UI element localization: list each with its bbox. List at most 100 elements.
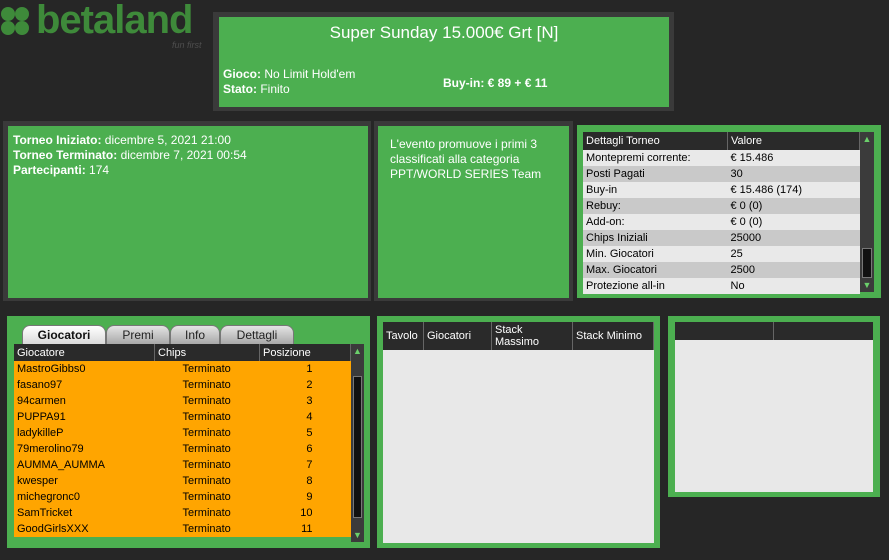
player-position: 8 <box>259 473 351 489</box>
scroll-thumb[interactable] <box>862 248 872 278</box>
player-position: 4 <box>259 409 351 425</box>
stato-label: Stato: <box>223 82 257 96</box>
logo-text: betaland <box>36 0 193 42</box>
detail-value: 30 <box>727 166 860 182</box>
player-name: michegronc0 <box>14 489 155 505</box>
scroll-up-icon[interactable]: ▲ <box>351 346 364 356</box>
player-name: 94carmen <box>14 393 155 409</box>
detail-value: € 0 (0) <box>727 214 860 230</box>
player-position: 11 <box>259 521 351 537</box>
player-position: 2 <box>259 377 351 393</box>
players-header-name[interactable]: Giocatore <box>14 344 155 361</box>
end-value: dicembre 7, 2021 00:54 <box>120 148 247 162</box>
player-name: AUMMA_AUMMA <box>14 457 155 473</box>
player-chips: Terminato <box>154 409 260 425</box>
players-table: Giocatore Chips Posizione MastroGibbs0 Te… <box>14 344 351 537</box>
player-chips: Terminato <box>154 377 260 393</box>
players-header-position[interactable]: Posizione <box>259 344 351 361</box>
column-divider <box>773 322 774 340</box>
details-row[interactable]: Chips Iniziali 25000 <box>583 230 860 246</box>
game-info: Gioco: No Limit Hold'em Stato: Finito <box>223 67 355 97</box>
player-position: 6 <box>259 441 351 457</box>
player-row[interactable]: SamTricket Terminato 10 <box>14 505 351 521</box>
players-value: 174 <box>89 163 110 177</box>
tables-list[interactable] <box>383 322 654 543</box>
player-chips: Terminato <box>154 521 260 537</box>
tables-table: Tavolo Giocatori Stack Massimo Stack Min… <box>383 322 654 350</box>
tab-dettagli[interactable]: Dettagli <box>220 325 294 345</box>
detail-name: Min. Giocatori <box>583 246 728 262</box>
tab-premi[interactable]: Premi <box>106 325 170 345</box>
detail-value: € 15.486 (174) <box>727 182 860 198</box>
tab-info[interactable]: Info <box>170 325 220 345</box>
detail-name: Add-on: <box>583 214 728 230</box>
player-chips: Terminato <box>154 457 260 473</box>
details-row[interactable]: Min. Giocatori 25 <box>583 246 860 262</box>
scroll-thumb[interactable] <box>353 376 362 518</box>
details-row[interactable]: Protezione all-in No <box>583 278 860 294</box>
player-row[interactable]: MastroGibbs0 Terminato 1 <box>14 361 351 377</box>
details-header-value[interactable]: Valore <box>727 132 860 150</box>
gioco-value: No Limit Hold'em <box>264 67 356 81</box>
gioco-label: Gioco: <box>223 67 261 81</box>
scroll-down-icon[interactable]: ▼ <box>860 280 874 290</box>
detail-name: Chips Iniziali <box>583 230 728 246</box>
players-scrollbar[interactable]: ▲ ▼ <box>351 344 364 542</box>
details-header-name[interactable]: Dettagli Torneo <box>583 132 728 150</box>
scroll-down-icon[interactable]: ▼ <box>351 530 364 540</box>
details-row[interactable]: Max. Giocatori 2500 <box>583 262 860 278</box>
detail-name: Posti Pagati <box>583 166 728 182</box>
tables-header-tavolo[interactable]: Tavolo <box>383 322 424 350</box>
player-row[interactable]: GoodGirlsXXX Terminato 11 <box>14 521 351 537</box>
detail-name: Montepremi corrente: <box>583 150 728 166</box>
betaland-logo: betaland fun first <box>0 0 212 54</box>
player-position: 1 <box>259 361 351 377</box>
player-row[interactable]: 79merolino79 Terminato 6 <box>14 441 351 457</box>
tables-header-giocatori[interactable]: Giocatori <box>423 322 492 350</box>
clover-icon <box>0 6 32 38</box>
player-name: fasano97 <box>14 377 155 393</box>
player-row[interactable]: 94carmen Terminato 3 <box>14 393 351 409</box>
description-text: L'evento promuove i primi 3 classificati… <box>390 137 542 181</box>
tournament-info: Torneo Iniziato: dicembre 5, 2021 21:00 … <box>8 126 368 298</box>
details-row[interactable]: Add-on: € 0 (0) <box>583 214 860 230</box>
stato-value: Finito <box>260 82 290 96</box>
player-row[interactable]: PUPPA91 Terminato 4 <box>14 409 351 425</box>
player-position: 10 <box>259 505 351 521</box>
player-chips: Terminato <box>154 473 260 489</box>
player-row[interactable]: michegronc0 Terminato 9 <box>14 489 351 505</box>
player-position: 5 <box>259 425 351 441</box>
table-players-header <box>675 322 873 340</box>
player-row[interactable]: AUMMA_AUMMA Terminato 7 <box>14 457 351 473</box>
start-value: dicembre 5, 2021 21:00 <box>104 133 231 147</box>
details-row[interactable]: Rebuy: € 0 (0) <box>583 198 860 214</box>
tournament-header: Super Sunday 15.000€ Grt [N] Gioco: No L… <box>219 17 669 107</box>
detail-value: 25 <box>727 246 860 262</box>
detail-name: Protezione all-in <box>583 278 728 294</box>
player-name: PUPPA91 <box>14 409 155 425</box>
tab-giocatori[interactable]: Giocatori <box>22 325 106 346</box>
tables-header-stack-max[interactable]: Stack Massimo <box>491 322 573 350</box>
detail-value: 25000 <box>727 230 860 246</box>
player-row[interactable]: ladykilleP Terminato 5 <box>14 425 351 441</box>
details-row[interactable]: Buy-in € 15.486 (174) <box>583 182 860 198</box>
details-row[interactable]: Posti Pagati 30 <box>583 166 860 182</box>
player-name: SamTricket <box>14 505 155 521</box>
player-chips: Terminato <box>154 425 260 441</box>
tables-header-stack-min[interactable]: Stack Minimo <box>572 322 654 350</box>
players-header-chips[interactable]: Chips <box>154 344 260 361</box>
scroll-up-icon[interactable]: ▲ <box>860 134 874 144</box>
player-chips: Terminato <box>154 505 260 521</box>
player-row[interactable]: kwesper Terminato 8 <box>14 473 351 489</box>
details-row[interactable]: Montepremi corrente: € 15.486 <box>583 150 860 166</box>
player-chips: Terminato <box>154 441 260 457</box>
table-players-list[interactable] <box>675 322 873 492</box>
player-name: MastroGibbs0 <box>14 361 155 377</box>
player-chips: Terminato <box>154 393 260 409</box>
start-label: Torneo Iniziato: <box>13 133 102 147</box>
player-name: ladykilleP <box>14 425 155 441</box>
detail-value: 2500 <box>727 262 860 278</box>
details-scrollbar[interactable]: ▲ ▼ <box>860 132 874 292</box>
tournament-title: Super Sunday 15.000€ Grt [N] <box>329 23 559 42</box>
player-row[interactable]: fasano97 Terminato 2 <box>14 377 351 393</box>
